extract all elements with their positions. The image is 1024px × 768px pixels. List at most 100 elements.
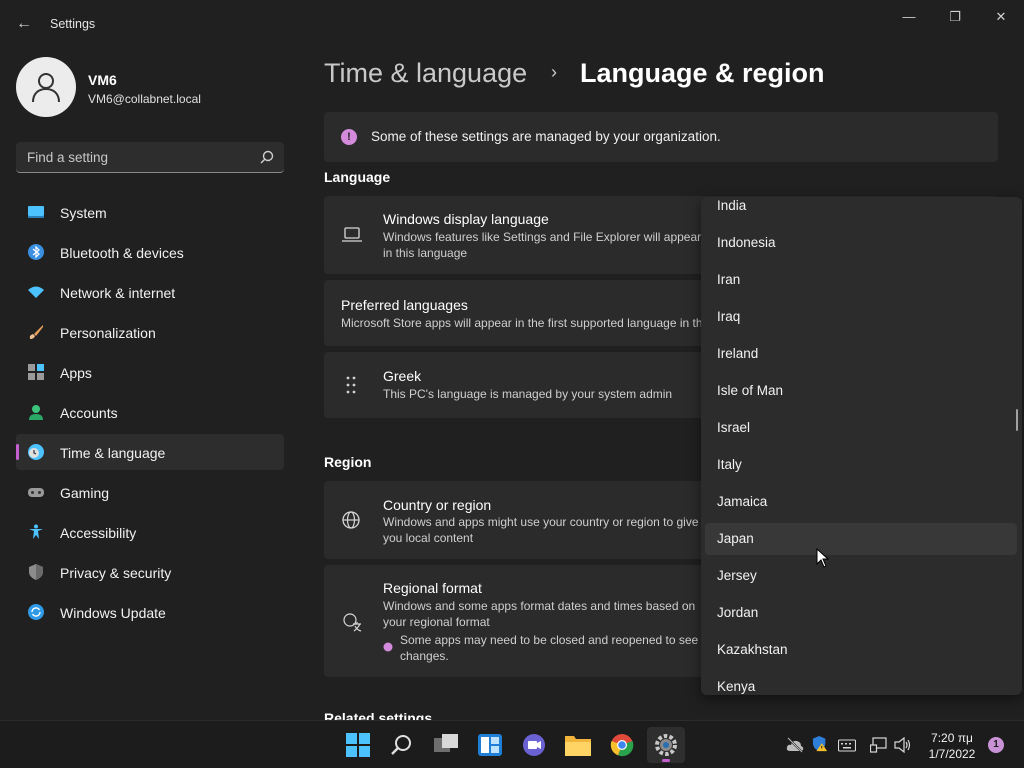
dropdown-option-label: Kenya [717,679,756,694]
sidebar-item-label: System [60,205,107,221]
dropdown-option[interactable]: Jordan [705,597,1017,629]
info-dot-icon [383,642,393,652]
shield-icon [29,564,43,580]
cloud-offline-icon[interactable] [786,737,804,753]
keyboard-icon[interactable] [838,737,856,753]
apps-icon [28,364,44,380]
sidebar-item-system[interactable]: System [16,194,284,230]
sidebar-item-label: Gaming [60,485,110,501]
search-placeholder: Find a setting [27,150,109,165]
system-icon [28,206,44,218]
mouse-cursor-icon [816,548,830,568]
sidebar-item-apps[interactable]: Apps [16,354,284,390]
user-profile[interactable]: VM6 VM6@collabnet.local [16,57,286,117]
person-avatar-icon [32,73,60,103]
search-input[interactable]: Find a setting [16,142,284,173]
dropdown-option-label: Iraq [717,309,741,324]
dropdown-option[interactable]: Kenya [705,671,1017,695]
notification-badge[interactable]: 1 [988,737,1004,753]
avatar [16,57,76,117]
dropdown-option-label: Japan [717,531,754,546]
dropdown-option[interactable]: Israel [705,412,1017,444]
sidebar-item-accessibility[interactable]: Accessibility [16,514,284,550]
person-icon [29,405,43,420]
bluetooth-icon [28,244,44,260]
sidebar-item-time-language[interactable]: Time & language [16,434,284,470]
dropdown-option[interactable]: Indonesia [705,227,1017,259]
sidebar-item-label: Windows Update [60,605,166,621]
network-icon[interactable] [870,737,888,753]
user-name: VM6 [88,72,117,88]
title-bar: ← Settings — ❐ ✕ [0,0,1024,48]
dropdown-scrollbar[interactable] [1016,409,1018,431]
sidebar-item-privacy[interactable]: Privacy & security [16,554,284,590]
dropdown-option[interactable]: Ireland [705,338,1017,370]
wifi-icon [28,286,44,298]
security-warning-icon[interactable] [811,736,829,752]
globe-icon [342,511,360,529]
sidebar-item-label: Personalization [60,325,156,341]
drag-handle-icon[interactable] [346,376,356,394]
dropdown-option[interactable]: Iraq [705,301,1017,333]
search-icon [391,735,411,755]
laptop-icon [342,227,362,242]
app-title: Settings [50,17,96,31]
country-dropdown-list[interactable]: India Indonesia Iran Iraq Ireland Isle of Man… [701,197,1022,695]
card-title: Windows display language [383,211,549,227]
accessibility-icon [29,524,43,539]
chrome-button[interactable] [603,727,641,763]
dropdown-option-label: Iran [717,272,741,287]
task-view-button[interactable] [427,727,465,763]
dropdown-option[interactable]: Jamaica [705,486,1017,518]
sidebar-item-windows-update[interactable]: Windows Update [16,594,284,630]
sidebar-item-network[interactable]: Network & internet [16,274,284,310]
section-title-region: Region [324,454,372,470]
sidebar-item-bluetooth[interactable]: Bluetooth & devices [16,234,284,270]
banner-text: Some of these settings are managed by yo… [371,129,721,144]
dropdown-option[interactable]: India [705,197,1017,222]
section-title-related: Related settings [324,710,433,720]
file-explorer-icon [565,736,591,756]
card-description: Microsoft Store apps will appear in the … [341,316,701,330]
dropdown-option-label: Indonesia [717,235,776,250]
breadcrumb-parent[interactable]: Time & language [324,58,527,89]
settings-app-button[interactable] [647,727,685,763]
dropdown-option[interactable]: Iran [705,264,1017,296]
sidebar-item-label: Accounts [60,405,118,421]
minimize-button[interactable]: — [889,6,929,28]
taskbar-search-button[interactable] [383,727,421,763]
sidebar-item-accounts[interactable]: Accounts [16,394,284,430]
card-note: Some apps may need to be closed and reop… [400,633,699,663]
card-description: This PC's language is managed by your sy… [383,387,673,401]
sidebar-item-gaming[interactable]: Gaming [16,474,284,510]
sidebar-item-label: Time & language [60,445,166,461]
taskbar-clock[interactable]: 7:20 πμ 1/7/2022 [916,730,988,762]
dropdown-option-label: Jamaica [717,494,768,509]
start-button[interactable] [339,727,377,763]
dropdown-option[interactable]: Italy [705,449,1017,481]
widgets-button[interactable] [471,727,509,763]
dropdown-option-label: Italy [717,457,742,472]
maximize-button[interactable]: ❐ [935,6,975,28]
dropdown-option-label: Ireland [717,346,759,361]
widgets-icon [478,734,502,756]
file-explorer-button[interactable] [559,727,597,763]
dropdown-option[interactable]: Isle of Man [705,375,1017,407]
dropdown-option-label: Kazakhstan [717,642,788,657]
search-icon[interactable] [260,150,274,164]
taskbar: 7:20 πμ 1/7/2022 1 [0,720,1024,768]
sidebar-item-label: Network & internet [60,285,176,301]
teams-chat-button[interactable] [515,727,553,763]
back-button[interactable]: ← [14,14,34,34]
clock-time: 7:20 πμ [931,731,973,745]
close-button[interactable]: ✕ [981,6,1021,28]
language-format-icon [343,613,362,632]
sidebar-item-label: Bluetooth & devices [60,245,184,261]
sidebar-item-personalization[interactable]: Personalization [16,314,284,350]
sidebar-item-label: Accessibility [60,525,137,541]
dropdown-option[interactable]: Japan [705,523,1017,555]
dropdown-option[interactable]: Kazakhstan [705,634,1017,666]
dropdown-option[interactable]: Jersey [705,560,1017,592]
dropdown-option-label: India [717,198,747,213]
volume-icon[interactable] [894,737,912,753]
